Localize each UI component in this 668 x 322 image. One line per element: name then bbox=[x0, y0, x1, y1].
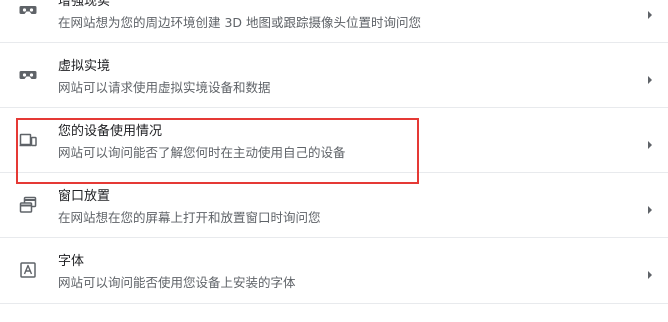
permission-row-augmented-reality[interactable]: 增强现实 在网站想为您的周边环境创建 3D 地图或跟踪摄像头位置时询问您 bbox=[0, 0, 668, 43]
permission-description: 网站可以询问能否了解您何时在主动使用自己的设备 bbox=[58, 145, 346, 160]
permission-title: 您的设备使用情况 bbox=[58, 124, 163, 139]
chevron-right-icon bbox=[646, 5, 654, 19]
window-placement-icon bbox=[18, 195, 38, 215]
chevron-right-icon bbox=[646, 70, 654, 84]
vr-headset-icon bbox=[18, 65, 38, 85]
permission-description: 网站可以请求使用虚拟实境设备和数据 bbox=[58, 80, 271, 95]
site-settings-permission-list: 增强现实 在网站想为您的周边环境创建 3D 地图或跟踪摄像头位置时询问您 虚拟实… bbox=[0, 0, 668, 304]
devices-icon bbox=[18, 130, 38, 150]
vr-headset-icon bbox=[18, 0, 38, 20]
permission-description: 在网站想在您的屏幕上打开和放置窗口时询问您 bbox=[58, 210, 321, 225]
permission-title: 窗口放置 bbox=[58, 189, 111, 204]
permission-description: 网站可以询问能否使用您设备上安装的字体 bbox=[58, 275, 296, 290]
chevron-right-icon bbox=[646, 265, 654, 279]
font-icon bbox=[18, 260, 38, 280]
permission-row-window-placement[interactable]: 窗口放置 在网站想在您的屏幕上打开和放置窗口时询问您 bbox=[0, 173, 668, 238]
permission-description: 在网站想为您的周边环境创建 3D 地图或跟踪摄像头位置时询问您 bbox=[58, 15, 422, 30]
permission-title: 增强现实 bbox=[58, 0, 111, 9]
permission-row-fonts[interactable]: 字体 网站可以询问能否使用您设备上安装的字体 bbox=[0, 238, 668, 304]
permission-row-device-use[interactable]: 您的设备使用情况 网站可以询问能否了解您何时在主动使用自己的设备 bbox=[0, 108, 668, 173]
permission-row-virtual-reality[interactable]: 虚拟实境 网站可以请求使用虚拟实境设备和数据 bbox=[0, 43, 668, 108]
chevron-right-icon bbox=[646, 135, 654, 149]
permission-title: 虚拟实境 bbox=[58, 59, 111, 74]
chevron-right-icon bbox=[646, 200, 654, 214]
permission-title: 字体 bbox=[58, 254, 85, 269]
